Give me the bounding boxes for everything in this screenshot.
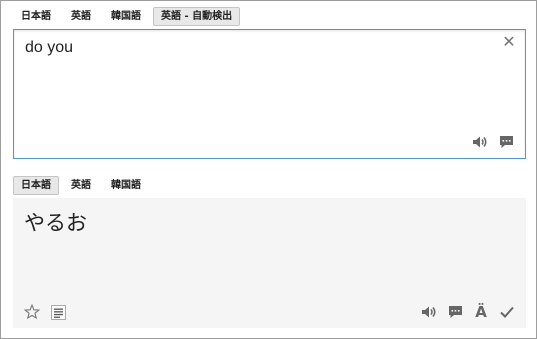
translation-result-area: やるお Ä — [13, 198, 526, 328]
source-text[interactable]: do you — [25, 39, 495, 57]
result-toolbar-left — [23, 304, 75, 320]
alternate-chars-icon[interactable]: Ä — [472, 304, 490, 320]
source-tab-korean[interactable]: 韓国語 — [103, 7, 149, 26]
source-language-tabs: 日本語 英語 韓国語 英語 - 自動検出 — [13, 6, 244, 26]
speaker-icon[interactable] — [471, 134, 489, 150]
list-icon[interactable] — [49, 304, 67, 320]
target-tab-japanese[interactable]: 日本語 — [13, 175, 59, 195]
feedback-icon[interactable] — [446, 304, 464, 320]
source-tab-english[interactable]: 英語 — [63, 7, 99, 26]
speaker-icon[interactable] — [420, 304, 438, 320]
check-icon[interactable] — [498, 304, 516, 320]
source-toolbar — [463, 134, 515, 150]
target-language-tabs: 日本語 英語 韓国語 — [13, 175, 153, 195]
feedback-icon[interactable] — [497, 134, 515, 150]
source-text-area[interactable]: do you ✕ — [13, 29, 526, 159]
target-tab-english[interactable]: 英語 — [63, 176, 99, 195]
result-toolbar-right: Ä — [412, 304, 516, 320]
clear-icon[interactable]: ✕ — [502, 34, 516, 50]
target-tab-korean[interactable]: 韓国語 — [103, 176, 149, 195]
source-tab-detect-language[interactable]: 英語 - 自動検出 — [153, 6, 241, 26]
star-icon[interactable] — [23, 304, 41, 320]
translate-widget: 日本語 英語 韓国語 英語 - 自動検出 do you ✕ 日本語 英語 韓国語… — [0, 0, 537, 339]
source-tab-japanese[interactable]: 日本語 — [13, 7, 59, 26]
translation-text: やるお — [24, 211, 87, 235]
